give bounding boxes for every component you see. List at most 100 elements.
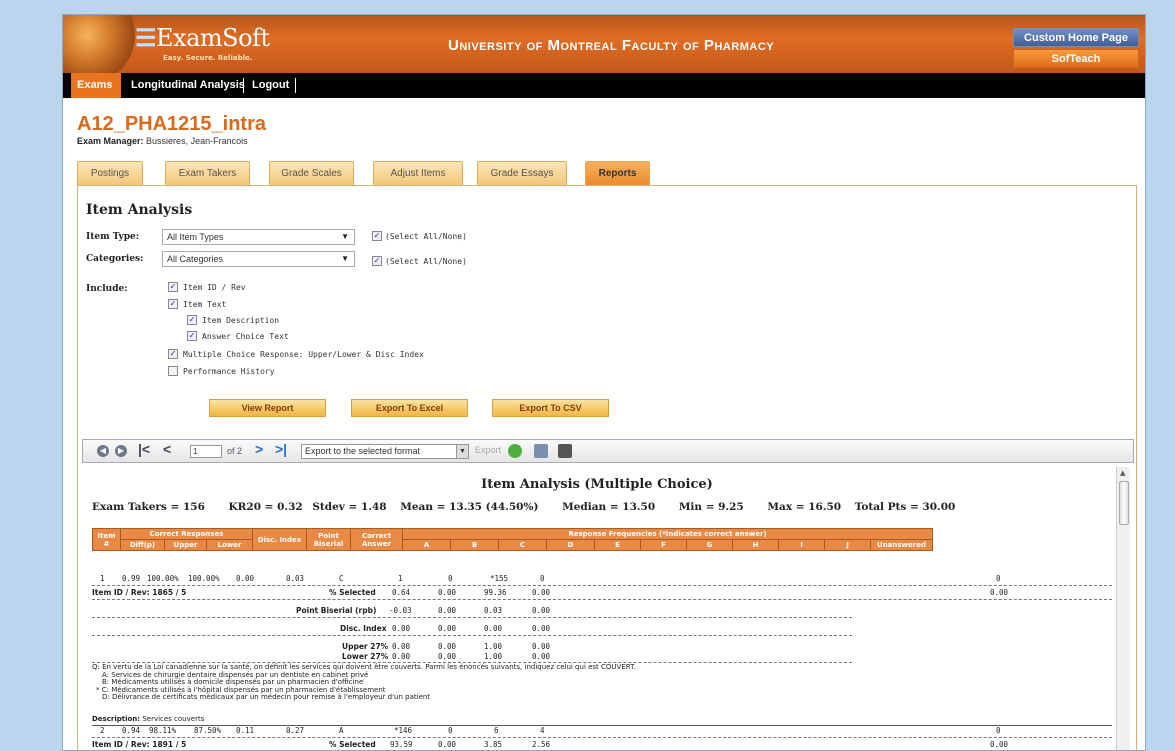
item-analysis-table: Item # Correct Responses Disc. Index Poi… (92, 528, 933, 551)
institution-title: University of Montreal Faculty of Pharma… (448, 37, 775, 54)
tab-grade-scales[interactable]: Grade Scales (269, 161, 354, 185)
chevron-down-icon: ▼ (456, 445, 468, 458)
globe-icon (63, 15, 143, 73)
custom-home-page-button[interactable]: Custom Home Page (1013, 28, 1139, 47)
last-page-icon[interactable]: >| (275, 442, 287, 456)
next-page-icon[interactable]: > (255, 442, 263, 456)
report-stats: Exam Takers = 156 KR20 = 0.32 Stdev = 1.… (92, 501, 975, 513)
scrollbar-thumb[interactable] (1119, 481, 1129, 525)
scroll-up-icon[interactable]: ▲ (1120, 469, 1125, 477)
chevron-down-icon: ▼ (341, 232, 349, 241)
divider (92, 737, 1112, 738)
view-report-button[interactable]: View Report (209, 399, 326, 417)
item-type-select[interactable]: All Item Types ▼ (162, 229, 355, 245)
item-id-rev-label: Item ID / Rev (183, 283, 246, 292)
page-number-input[interactable]: 1 (190, 445, 222, 458)
item-id-rev-checkbox[interactable]: ✓ (168, 282, 178, 292)
tab-grade-essays[interactable]: Grade Essays (477, 161, 567, 185)
previous-page-icon[interactable]: < (163, 442, 171, 456)
stat-stdev: Stdev = 1.48 (312, 501, 387, 513)
report-scrollbar[interactable]: ▲ (1116, 467, 1130, 750)
report-toolbar: ◀ ▶ |< < 1 of 2 > >| Export to the selec… (82, 439, 1134, 463)
performance-history-checkbox[interactable] (168, 366, 178, 376)
header-upper: Upper (164, 539, 207, 551)
nav-exams[interactable]: Exams (71, 73, 121, 98)
header-unanswered: Unanswered (870, 539, 933, 551)
categories-select-all-checkbox[interactable]: ✓ (372, 256, 382, 266)
mc-response-checkbox[interactable]: ✓ (168, 349, 178, 359)
answer-choice-text-checkbox[interactable]: ✓ (187, 331, 197, 341)
header-choice-c: C (498, 539, 547, 551)
stat-total-pts: Total Pts = 30.00 (854, 501, 956, 513)
main-nav: Exams Longitudinal Analysis Logout (63, 73, 1145, 98)
refresh-icon[interactable] (508, 444, 522, 458)
question-text: Q: En vertu de la Loi canadienne sur la … (92, 663, 636, 701)
forward-icon[interactable]: ▶ (115, 445, 127, 457)
header-choice-f: F (640, 539, 687, 551)
header-response-frequencies: Response Frequencies (*Indicates correct… (402, 528, 933, 540)
item-description-checkbox[interactable]: ✓ (187, 315, 197, 325)
zoom-icon[interactable] (534, 444, 548, 458)
nav-separator (295, 78, 296, 93)
stat-min: Min = 9.25 (678, 501, 744, 513)
stat-exam-takers: Exam Takers = 156 (92, 501, 205, 513)
exam-manager: Exam Manager: Bussieres, Jean-Francois (77, 136, 248, 146)
export-format-select[interactable]: Export to the selected format ▼ (301, 444, 469, 459)
first-page-icon[interactable]: |< (138, 442, 150, 456)
header-choice-h: H (732, 539, 779, 551)
categories-label: Categories: (86, 254, 144, 264)
header-choice-b: B (450, 539, 499, 551)
categories-select[interactable]: All Categories ▼ (162, 251, 355, 267)
header-choice-d: D (546, 539, 595, 551)
print-icon[interactable] (558, 444, 572, 458)
item-text-checkbox[interactable]: ✓ (168, 299, 178, 309)
back-icon[interactable]: ◀ (97, 445, 109, 457)
page-count: of 2 (227, 446, 243, 456)
header-diff: Diff(p) (120, 539, 165, 551)
answer-choice-text-label: Answer Choice Text (202, 332, 289, 341)
divider (92, 635, 852, 636)
softeach-button[interactable]: SofTeach (1013, 49, 1139, 68)
examsoft-logo[interactable]: ☰ExamSoft (135, 23, 270, 52)
header-point-biserial: Point Biserial (306, 528, 351, 551)
tab-adjust-items[interactable]: Adjust Items (373, 161, 463, 185)
divider (92, 599, 1112, 600)
header-disc-index: Disc. Index (252, 528, 307, 551)
stat-median: Median = 13.50 (562, 501, 656, 513)
tab-reports[interactable]: Reports (585, 161, 650, 185)
logo-tagline: Easy. Secure. Reliable. (163, 54, 253, 62)
stat-mean: Mean = 13.35 (44.50%) (400, 501, 539, 513)
item-type-label: Item Type: (86, 232, 140, 242)
app-frame: ☰ExamSoft Easy. Secure. Reliable. Univer… (62, 14, 1146, 751)
report-title: Item Analysis (Multiple Choice) (481, 477, 713, 492)
header-item: Item # (92, 528, 121, 551)
nav-longitudinal-analysis[interactable]: Longitudinal Analysis (131, 73, 245, 98)
stat-max: Max = 16.50 (767, 501, 842, 513)
header-correct-answer: Correct Answer (350, 528, 403, 551)
exam-tabs: Postings Exam Takers Grade Scales Adjust… (77, 161, 1137, 185)
include-label: Include: (86, 284, 128, 294)
item-type-select-all-label: (Select All/None) (385, 232, 467, 241)
export-to-csv-button[interactable]: Export To CSV (492, 399, 609, 417)
header-choice-j: J (824, 539, 871, 551)
item-text-label: Item Text (183, 300, 227, 309)
divider (92, 585, 1112, 586)
section-title: Item Analysis (86, 202, 193, 218)
tab-postings[interactable]: Postings (77, 161, 143, 185)
nav-separator (243, 78, 244, 93)
export-link[interactable]: Export (475, 445, 501, 455)
header-choice-i: I (778, 539, 825, 551)
item-type-select-all-checkbox[interactable]: ✓ (372, 231, 382, 241)
nav-logout[interactable]: Logout (252, 73, 289, 98)
header-choice-g: G (686, 539, 733, 551)
item-description-label: Item Description (202, 316, 280, 325)
chevron-down-icon: ▼ (341, 254, 349, 263)
export-to-excel-button[interactable]: Export To Excel (351, 399, 468, 417)
tab-exam-takers[interactable]: Exam Takers (165, 161, 250, 185)
mc-response-label: Multiple Choice Response: Upper/Lower & … (183, 350, 424, 359)
menu-icon: ☰ (135, 23, 157, 52)
stat-kr20: KR20 = 0.32 (228, 501, 303, 513)
exam-title: A12_PHA1215_intra (77, 113, 266, 135)
header-choice-a: A (402, 539, 451, 551)
header-correct-responses: Correct Responses (120, 528, 253, 540)
